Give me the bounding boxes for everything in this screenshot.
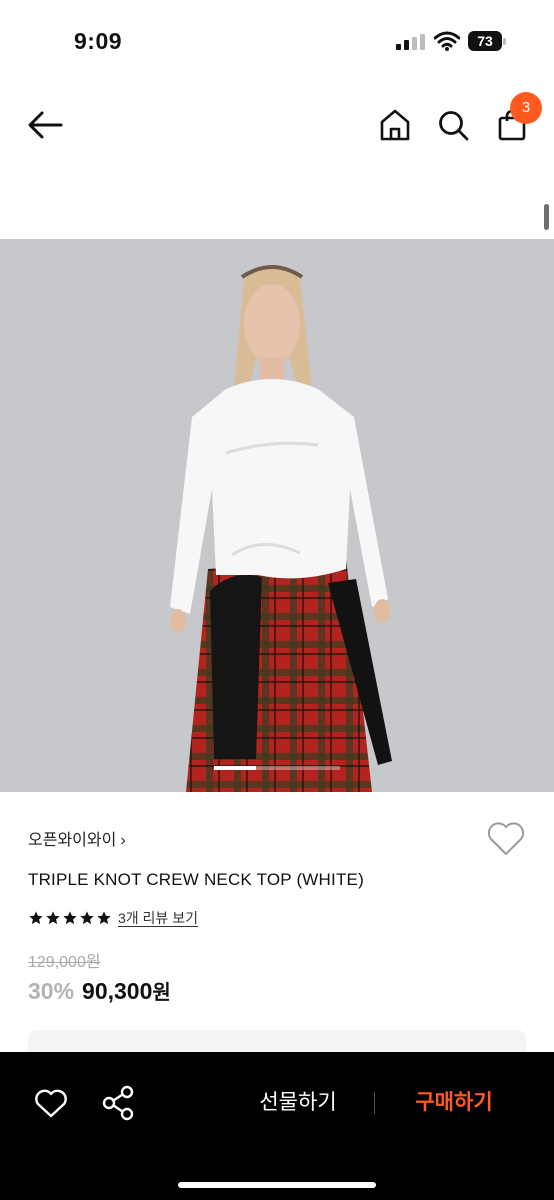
- cart-count-badge: 3: [510, 92, 542, 124]
- rating-row: 3개 리뷰 보기: [28, 907, 198, 929]
- cellular-signal-icon: [396, 34, 425, 50]
- star-icon: [97, 911, 111, 925]
- product-title: TRIPLE KNOT CREW NECK TOP (WHITE): [28, 870, 364, 889]
- rating-stars: [28, 910, 113, 926]
- brand-link[interactable]: 오픈와이와이 ›: [28, 826, 126, 850]
- wishlist-heart-icon[interactable]: [486, 820, 526, 858]
- gift-button[interactable]: 선물하기: [240, 1086, 356, 1120]
- star-icon: [63, 911, 77, 925]
- bottom-action-bar: 선물하기 구매하기: [0, 1052, 554, 1200]
- star-icon: [46, 911, 60, 925]
- status-time: 9:09: [74, 28, 123, 54]
- star-icon: [29, 911, 43, 925]
- brand-name: 오픈와이와이: [28, 832, 117, 849]
- back-arrow-icon[interactable]: [26, 110, 64, 140]
- share-icon[interactable]: [100, 1084, 136, 1122]
- sale-price: 90,300: [82, 978, 153, 1004]
- like-heart-icon[interactable]: [34, 1088, 68, 1120]
- price-row: 30% 90,300 원: [28, 976, 171, 1010]
- status-bar: 9:09 73: [0, 0, 554, 84]
- chevron-right-icon: ›: [120, 832, 126, 849]
- carousel-progress: [214, 766, 256, 770]
- search-icon[interactable]: [436, 108, 470, 142]
- discount-rate: 30%: [28, 978, 75, 1004]
- buy-button[interactable]: 구매하기: [396, 1086, 512, 1120]
- home-icon[interactable]: [378, 108, 412, 142]
- image-carousel-indicator: [214, 766, 340, 770]
- battery-level: 73: [468, 31, 502, 51]
- home-indicator: [178, 1182, 376, 1188]
- top-nav: [0, 90, 554, 170]
- divider: [374, 1092, 375, 1114]
- star-icon: [80, 911, 94, 925]
- scrollbar: [544, 204, 549, 230]
- sale-price-unit: 원: [152, 982, 171, 1004]
- battery-icon: 73: [468, 31, 506, 51]
- product-photo: [0, 239, 554, 792]
- review-link[interactable]: 3개 리뷰 보기: [118, 908, 198, 928]
- wifi-icon: [434, 31, 460, 51]
- original-price: 129,000원: [28, 954, 101, 971]
- product-image[interactable]: [0, 239, 554, 792]
